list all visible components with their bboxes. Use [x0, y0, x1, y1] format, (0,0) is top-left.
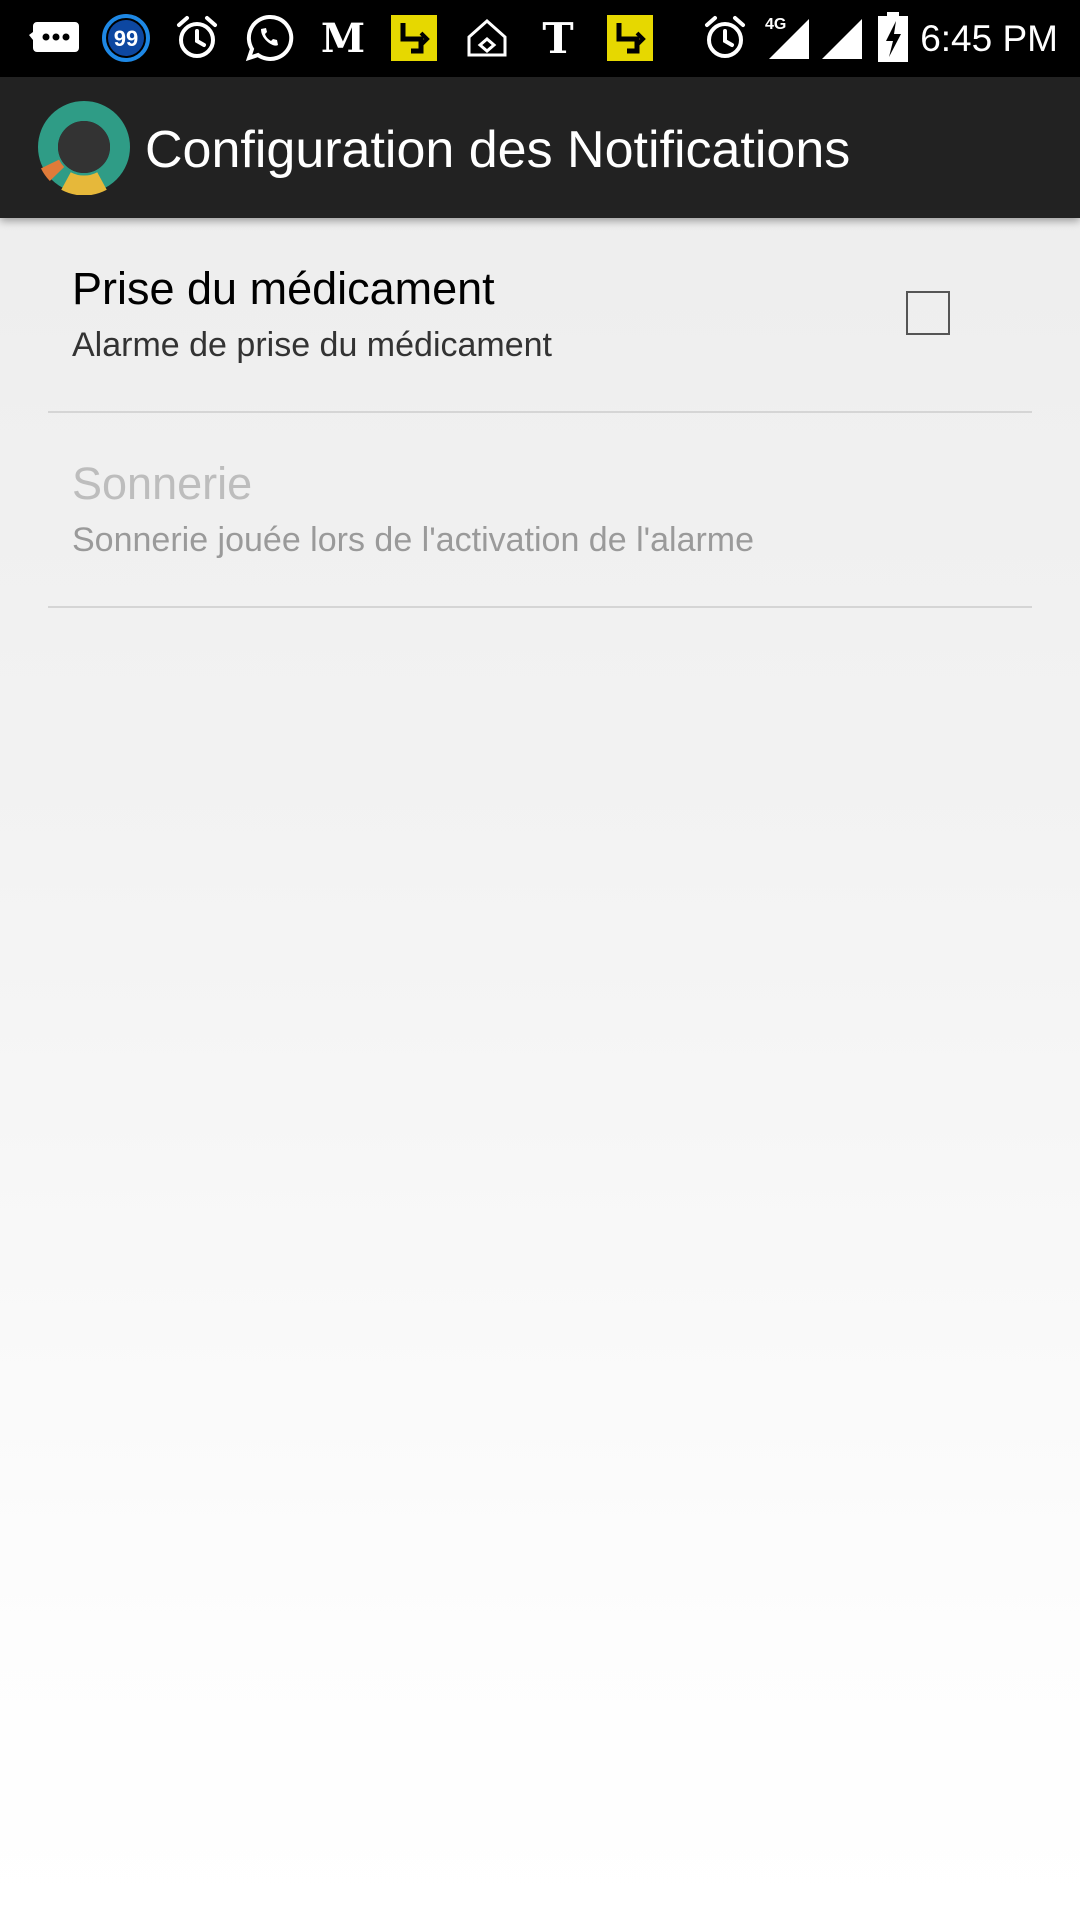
nytimes-icon: T	[542, 13, 574, 63]
medication-alarm-checkbox[interactable]	[906, 291, 950, 335]
badge-99-icon: 99	[100, 12, 152, 64]
page-title: Configuration des Notifications	[145, 121, 851, 179]
pref-summary: Sonnerie jouée lors de l'activation de l…	[72, 521, 755, 559]
pref-ringtone: Sonnerie Sonnerie jouée lors de l'activa…	[48, 413, 1032, 608]
pref-summary: Alarme de prise du médicament	[72, 326, 553, 364]
action-bar: Configuration des Notifications	[0, 77, 1080, 218]
alarm-icon	[700, 12, 750, 64]
status-time: 6:45 PM	[920, 18, 1058, 59]
battery-charging-icon	[874, 12, 912, 64]
le-monde-icon: M	[320, 14, 366, 62]
yellow-app-icon	[390, 12, 438, 64]
pref-medication-intake[interactable]: Prise du médicament Alarme de prise du m…	[48, 218, 1032, 413]
messages-icon	[28, 12, 82, 64]
pref-title: Prise du médicament	[72, 263, 495, 314]
home-app-icon	[462, 12, 512, 64]
signal-4g-icon: 4G	[762, 12, 812, 64]
whatsapp-icon	[242, 12, 296, 64]
yellow-app-icon	[606, 12, 654, 64]
app-ring-logo-icon[interactable]	[36, 99, 132, 196]
badge-count: 99	[114, 26, 138, 51]
network-type-label: 4G	[765, 16, 786, 33]
preferences-list: Prise du médicament Alarme de prise du m…	[48, 218, 1032, 608]
pref-title: Sonnerie	[72, 458, 253, 509]
signal-icon	[816, 12, 866, 64]
alarm-icon	[172, 12, 222, 64]
status-bar: 99 M T 4G 6:45 PM	[0, 0, 1080, 77]
